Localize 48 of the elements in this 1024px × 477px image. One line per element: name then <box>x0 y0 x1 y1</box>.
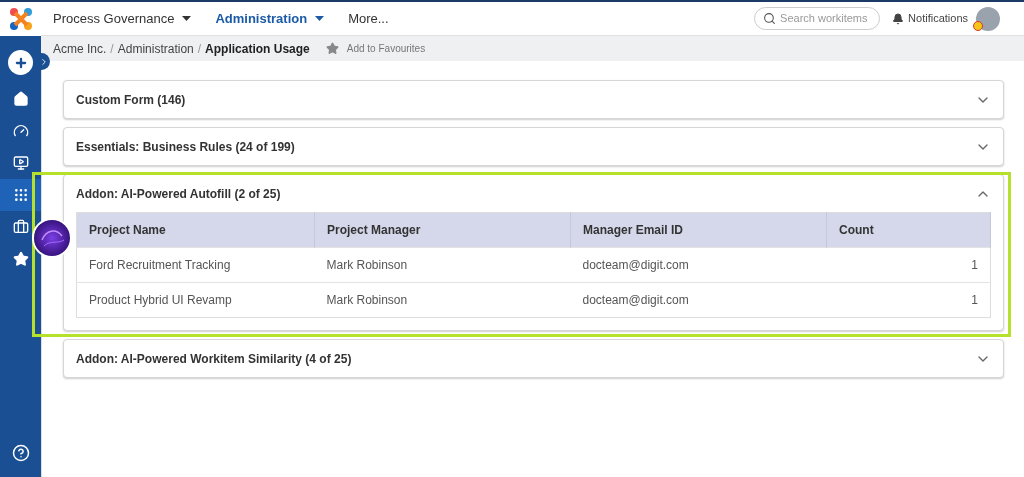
accordion-header[interactable]: Addon: AI-Powered Autofill (2 of 25) <box>64 175 1003 212</box>
search-icon <box>763 12 777 25</box>
table-cell: Ford Recruitment Tracking <box>76 247 315 283</box>
table-cell: Mark Robinson <box>314 282 571 318</box>
avatar[interactable] <box>976 6 1000 31</box>
column-header: Count <box>826 212 991 248</box>
table-cell: 1 <box>826 282 991 318</box>
sidebar-item[interactable] <box>12 155 29 171</box>
accordion-header[interactable]: Custom Form (146) <box>64 81 1003 118</box>
breadcrumb-item: Application Usage <box>205 40 310 58</box>
breadcrumb-item[interactable]: Acme Inc. <box>53 39 107 58</box>
table-cell: docteam@digit.com <box>570 282 827 318</box>
column-header: Project Manager <box>314 212 571 248</box>
accordion-header[interactable]: Addon: AI-Powered Workitem Similarity (4 of 25) <box>64 340 1003 377</box>
add-button[interactable] <box>8 50 33 75</box>
table-cell: docteam@digit.com <box>570 247 827 283</box>
table-cell: Product Hybrid UI Revamp <box>76 282 315 318</box>
nav-menu[interactable]: Administration <box>215 8 325 29</box>
star-icon <box>12 251 29 267</box>
breadcrumb-item[interactable]: Administration <box>117 39 194 58</box>
sidebar-item[interactable] <box>12 251 29 267</box>
monitor-icon <box>12 155 29 171</box>
home-icon <box>12 91 29 107</box>
sidebar-item[interactable] <box>12 187 29 203</box>
accordion-header[interactable]: Essentials: Business Rules (24 of 199) <box>64 128 1003 165</box>
gauge-icon <box>12 123 29 139</box>
sidebar-item[interactable] <box>12 123 29 139</box>
column-header: Manager Email ID <box>570 212 827 248</box>
sidebar-item[interactable] <box>12 91 29 107</box>
sidebar-item[interactable] <box>12 219 29 235</box>
table-cell: 1 <box>826 247 991 283</box>
breadcrumb-separator: / <box>197 40 202 58</box>
help-icon[interactable] <box>11 444 30 462</box>
nav-menu[interactable]: Process Governance <box>53 8 192 29</box>
award-badge-icon <box>973 20 983 31</box>
assistant-orb-icon[interactable] <box>32 218 72 258</box>
briefcase-icon <box>12 219 29 235</box>
notifications-button[interactable]: Notifications <box>892 10 968 27</box>
bell-icon <box>892 12 905 25</box>
star-icon <box>325 42 339 55</box>
plus-icon <box>13 55 28 70</box>
nav-menu[interactable]: More... <box>348 8 389 29</box>
column-header: Project Name <box>76 212 315 248</box>
add-to-favourites-button[interactable]: Add to Favourites <box>325 41 426 56</box>
breadcrumb-separator: / <box>110 40 114 58</box>
table-cell: Mark Robinson <box>314 247 571 283</box>
search-input[interactable]: Search workitems <box>780 10 872 27</box>
grid-icon <box>12 187 29 203</box>
